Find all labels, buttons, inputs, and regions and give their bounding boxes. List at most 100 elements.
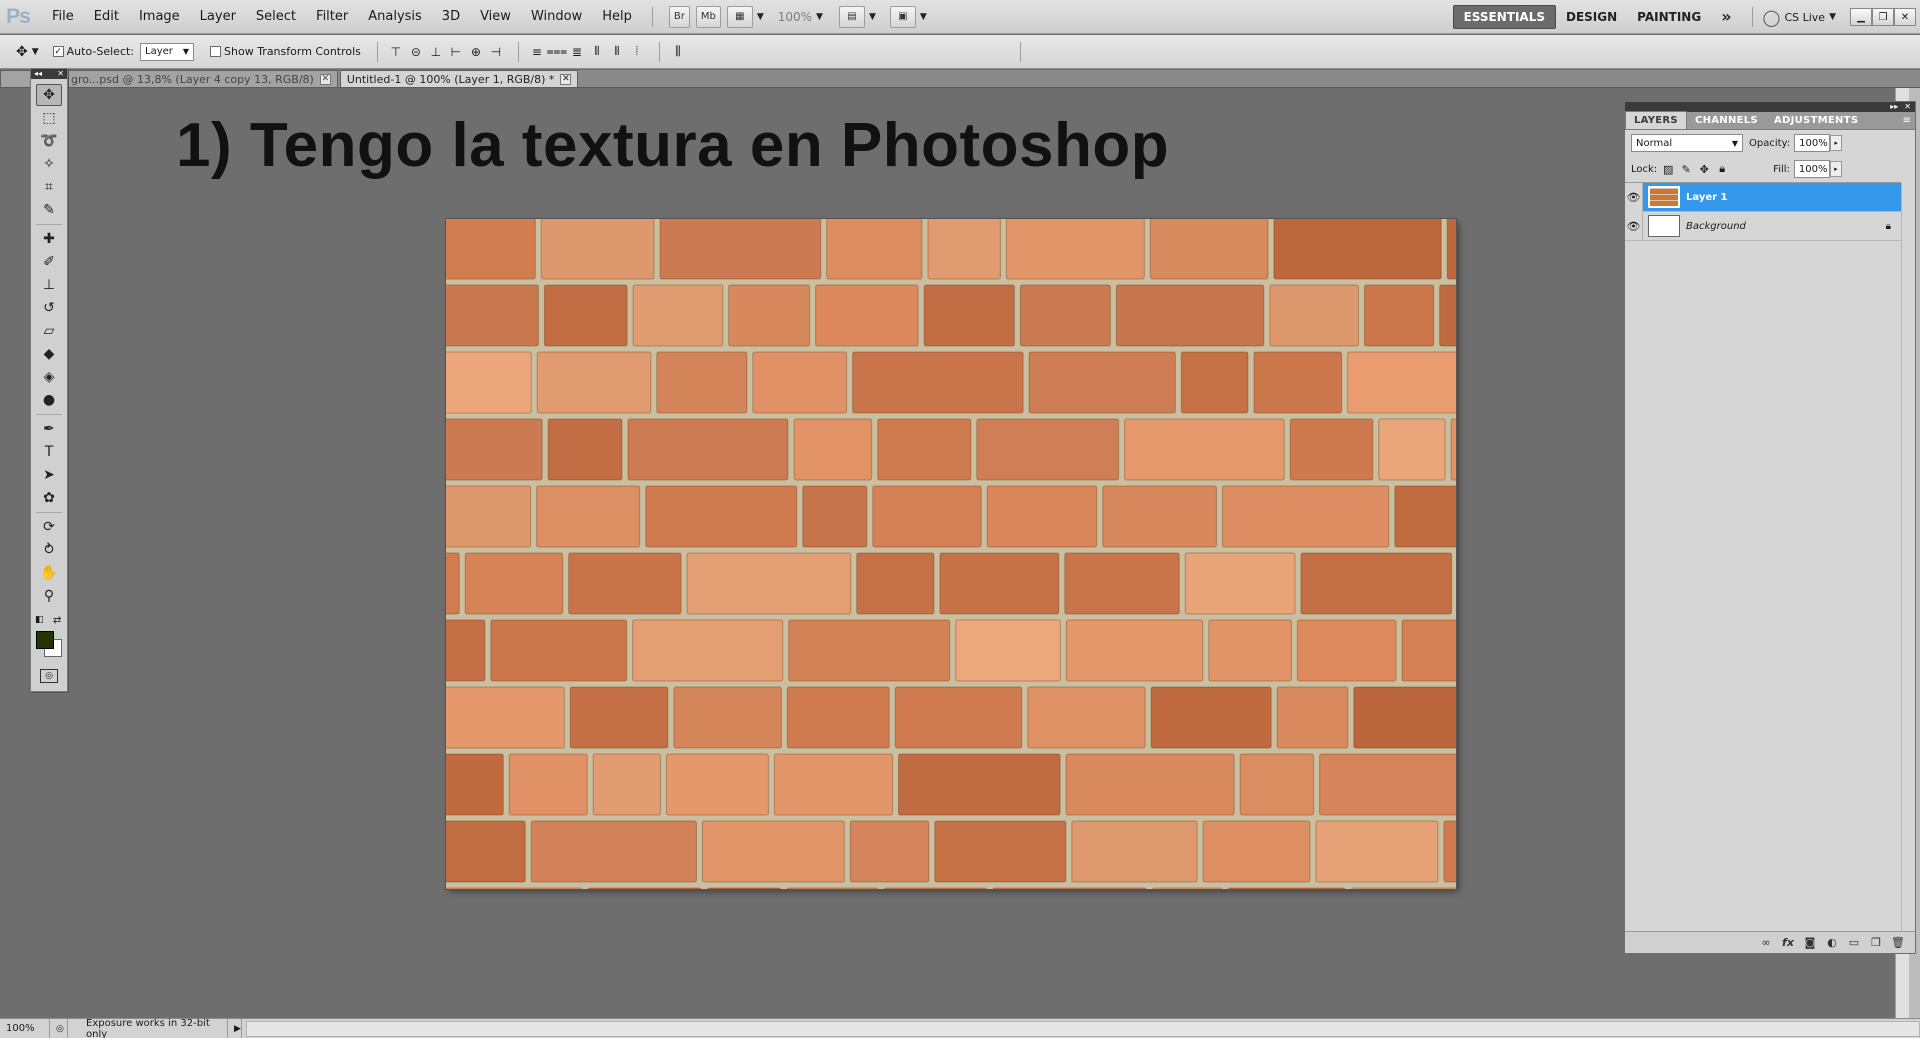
clone-stamp-tool-icon[interactable]: ⊥ bbox=[36, 274, 62, 296]
align-bottom-icon[interactable]: ⊥ bbox=[428, 44, 444, 60]
view-extras-button[interactable]: ▦ bbox=[726, 5, 753, 28]
default-colors-icon[interactable]: ◧ bbox=[35, 615, 44, 625]
menu-image[interactable]: Image bbox=[129, 0, 190, 34]
status-menu-arrow-icon[interactable]: ▶ bbox=[228, 1018, 242, 1038]
layers-scrollbar[interactable] bbox=[1901, 182, 1915, 932]
menu-analysis[interactable]: Analysis bbox=[358, 0, 432, 34]
eyedropper-tool-icon[interactable]: ✎ bbox=[36, 199, 62, 221]
auto-align-layers-icon[interactable]: ⫼ bbox=[670, 44, 686, 60]
fill-input[interactable]: 100% bbox=[1793, 160, 1830, 178]
minimize-button[interactable]: ▁ bbox=[1850, 8, 1872, 26]
opacity-input[interactable]: 100% bbox=[1794, 134, 1831, 152]
doc-tab-untitled[interactable]: Untitled-1 @ 100% (Layer 1, RGB/8) * ✕ bbox=[339, 70, 579, 87]
close-icon[interactable]: ✕ bbox=[319, 73, 331, 85]
distribute-top-icon[interactable]: ≡ bbox=[529, 44, 545, 60]
auto-select-checkbox[interactable]: ✓ bbox=[52, 46, 64, 57]
menu-window[interactable]: Window bbox=[521, 0, 592, 34]
align-vertical-center-icon[interactable]: ⊝ bbox=[408, 44, 424, 60]
quick-selection-tool-icon[interactable]: ✧ bbox=[36, 153, 62, 175]
healing-brush-tool-icon[interactable]: ✚ bbox=[36, 228, 62, 250]
auto-select-dropdown[interactable]: Layer ▼ bbox=[140, 42, 195, 61]
hand-tool-icon[interactable]: ✋ bbox=[36, 562, 62, 584]
chevron-down-icon[interactable]: ▼ bbox=[869, 12, 876, 22]
workspace-painting[interactable]: PAINTING bbox=[1627, 6, 1711, 28]
brush-tool-icon[interactable]: ✐ bbox=[36, 251, 62, 273]
fill-slider-arrow-icon[interactable]: ▸ bbox=[1829, 161, 1842, 177]
align-top-icon[interactable]: ⊤ bbox=[388, 44, 404, 60]
layer-style-icon[interactable]: fx bbox=[1777, 935, 1799, 951]
distribute-right-icon[interactable]: ⦙ bbox=[629, 44, 645, 60]
menu-layer[interactable]: Layer bbox=[190, 0, 246, 34]
menu-select[interactable]: Select bbox=[246, 0, 306, 34]
align-horizontal-center-icon[interactable]: ⊕ bbox=[468, 44, 484, 60]
cs-live-icon[interactable]: ◯ bbox=[1763, 8, 1781, 27]
trash-icon[interactable]: 🗑︎ bbox=[1887, 935, 1909, 951]
layer-mask-icon[interactable]: ◙ bbox=[1799, 935, 1821, 951]
menu-3d[interactable]: 3D bbox=[432, 0, 470, 34]
distribute-bottom-icon[interactable]: ≣ bbox=[569, 44, 585, 60]
blend-mode-dropdown[interactable]: Normal ▼ bbox=[1631, 134, 1743, 152]
tab-adjustments[interactable]: ADJUSTMENTS bbox=[1766, 112, 1866, 129]
workspace-essentials[interactable]: ESSENTIALS bbox=[1452, 5, 1556, 29]
menu-filter[interactable]: Filter bbox=[306, 0, 358, 34]
layer-name[interactable]: Layer 1 bbox=[1686, 192, 1727, 203]
pen-tool-icon[interactable]: ✒ bbox=[36, 418, 62, 440]
distribute-left-icon[interactable]: ⦀ bbox=[589, 44, 605, 60]
shape-tool-icon[interactable]: ✿ bbox=[36, 487, 62, 509]
close-icon[interactable]: ✕ bbox=[1904, 102, 1911, 112]
cs-live-label[interactable]: CS Live bbox=[1784, 11, 1825, 24]
tab-layers[interactable]: LAYERS bbox=[1625, 111, 1687, 129]
show-transform-checkbox[interactable] bbox=[210, 46, 222, 57]
restore-button[interactable]: ❐ bbox=[1872, 8, 1894, 26]
opacity-slider-arrow-icon[interactable]: ▸ bbox=[1830, 135, 1843, 151]
link-layers-icon[interactable]: ∞ bbox=[1755, 935, 1777, 951]
paint-bucket-tool-icon[interactable]: ◆ bbox=[36, 343, 62, 365]
swap-colors-icon[interactable]: ⇄ bbox=[53, 615, 61, 626]
status-zoom[interactable]: 100% bbox=[0, 1018, 50, 1038]
chevron-down-icon[interactable]: ▼ bbox=[920, 12, 927, 22]
move-tool-preset-icon[interactable]: ✥ bbox=[16, 44, 28, 60]
align-left-icon[interactable]: ⊢ bbox=[448, 44, 464, 60]
close-icon[interactable]: ✕ bbox=[57, 69, 64, 79]
layer-name[interactable]: Background bbox=[1686, 221, 1746, 232]
chevron-down-icon[interactable]: ▼ bbox=[1829, 12, 1836, 22]
chevron-down-icon[interactable]: ▼ bbox=[32, 47, 39, 57]
zoom-level[interactable]: 100% bbox=[778, 10, 812, 24]
eye-icon[interactable]: 👁︎ bbox=[1625, 182, 1643, 212]
collapse-icon[interactable]: ◂◂ bbox=[34, 69, 42, 79]
tools-panel-header[interactable]: ◂◂ ✕ bbox=[31, 69, 67, 79]
dodge-tool-icon[interactable]: ● bbox=[36, 389, 62, 411]
status-info-icon[interactable]: ◎ bbox=[50, 1018, 68, 1038]
distribute-vertical-center-icon[interactable]: ⩶ bbox=[547, 44, 568, 60]
lock-all-icon[interactable]: 🔒︎ bbox=[1715, 162, 1729, 176]
more-workspaces-icon[interactable]: » bbox=[1711, 6, 1741, 28]
brick-texture-image[interactable] bbox=[446, 219, 1456, 889]
layer-row[interactable]: 👁︎ Background 🔒︎ bbox=[1625, 211, 1901, 241]
3d-rotate-tool-icon[interactable]: ⟳ bbox=[36, 516, 62, 538]
marquee-tool-icon[interactable]: ⬚ bbox=[36, 107, 62, 129]
eye-icon[interactable]: 👁︎ bbox=[1625, 211, 1643, 241]
path-selection-tool-icon[interactable]: ➤ bbox=[36, 464, 62, 486]
lasso-tool-icon[interactable]: ➰ bbox=[36, 130, 62, 152]
blur-tool-icon[interactable]: ◈ bbox=[36, 366, 62, 388]
panel-menu-icon[interactable]: ≡ bbox=[1903, 112, 1911, 129]
type-tool-icon[interactable]: T bbox=[36, 441, 62, 463]
eraser-tool-icon[interactable]: ▱ bbox=[36, 320, 62, 342]
screen-mode-button[interactable]: ▣ bbox=[889, 5, 916, 28]
horizontal-scrollbar[interactable] bbox=[246, 1020, 1920, 1037]
move-tool-icon[interactable]: ✥ bbox=[36, 84, 62, 106]
zoom-tool-icon[interactable]: ⚲ bbox=[36, 585, 62, 607]
crop-tool-icon[interactable]: ⌗ bbox=[36, 176, 62, 198]
new-layer-icon[interactable]: ❐ bbox=[1865, 935, 1887, 951]
minibridge-button[interactable]: Mb bbox=[695, 5, 721, 28]
chevron-down-icon[interactable]: ▼ bbox=[757, 12, 764, 22]
layer-row[interactable]: 👁︎ Layer 1 bbox=[1625, 182, 1901, 212]
menu-edit[interactable]: Edit bbox=[84, 0, 129, 34]
lock-transparent-pixels-icon[interactable]: ▨ bbox=[1661, 162, 1675, 176]
canvas-area[interactable]: 1) Tengo la textura en Photoshop bbox=[0, 88, 1895, 1018]
foreground-color-swatch[interactable] bbox=[36, 631, 54, 649]
chevron-down-icon[interactable]: ▼ bbox=[816, 12, 823, 22]
menu-view[interactable]: View bbox=[470, 0, 521, 34]
workspace-design[interactable]: DESIGN bbox=[1556, 6, 1627, 28]
menu-file[interactable]: File bbox=[42, 0, 84, 34]
